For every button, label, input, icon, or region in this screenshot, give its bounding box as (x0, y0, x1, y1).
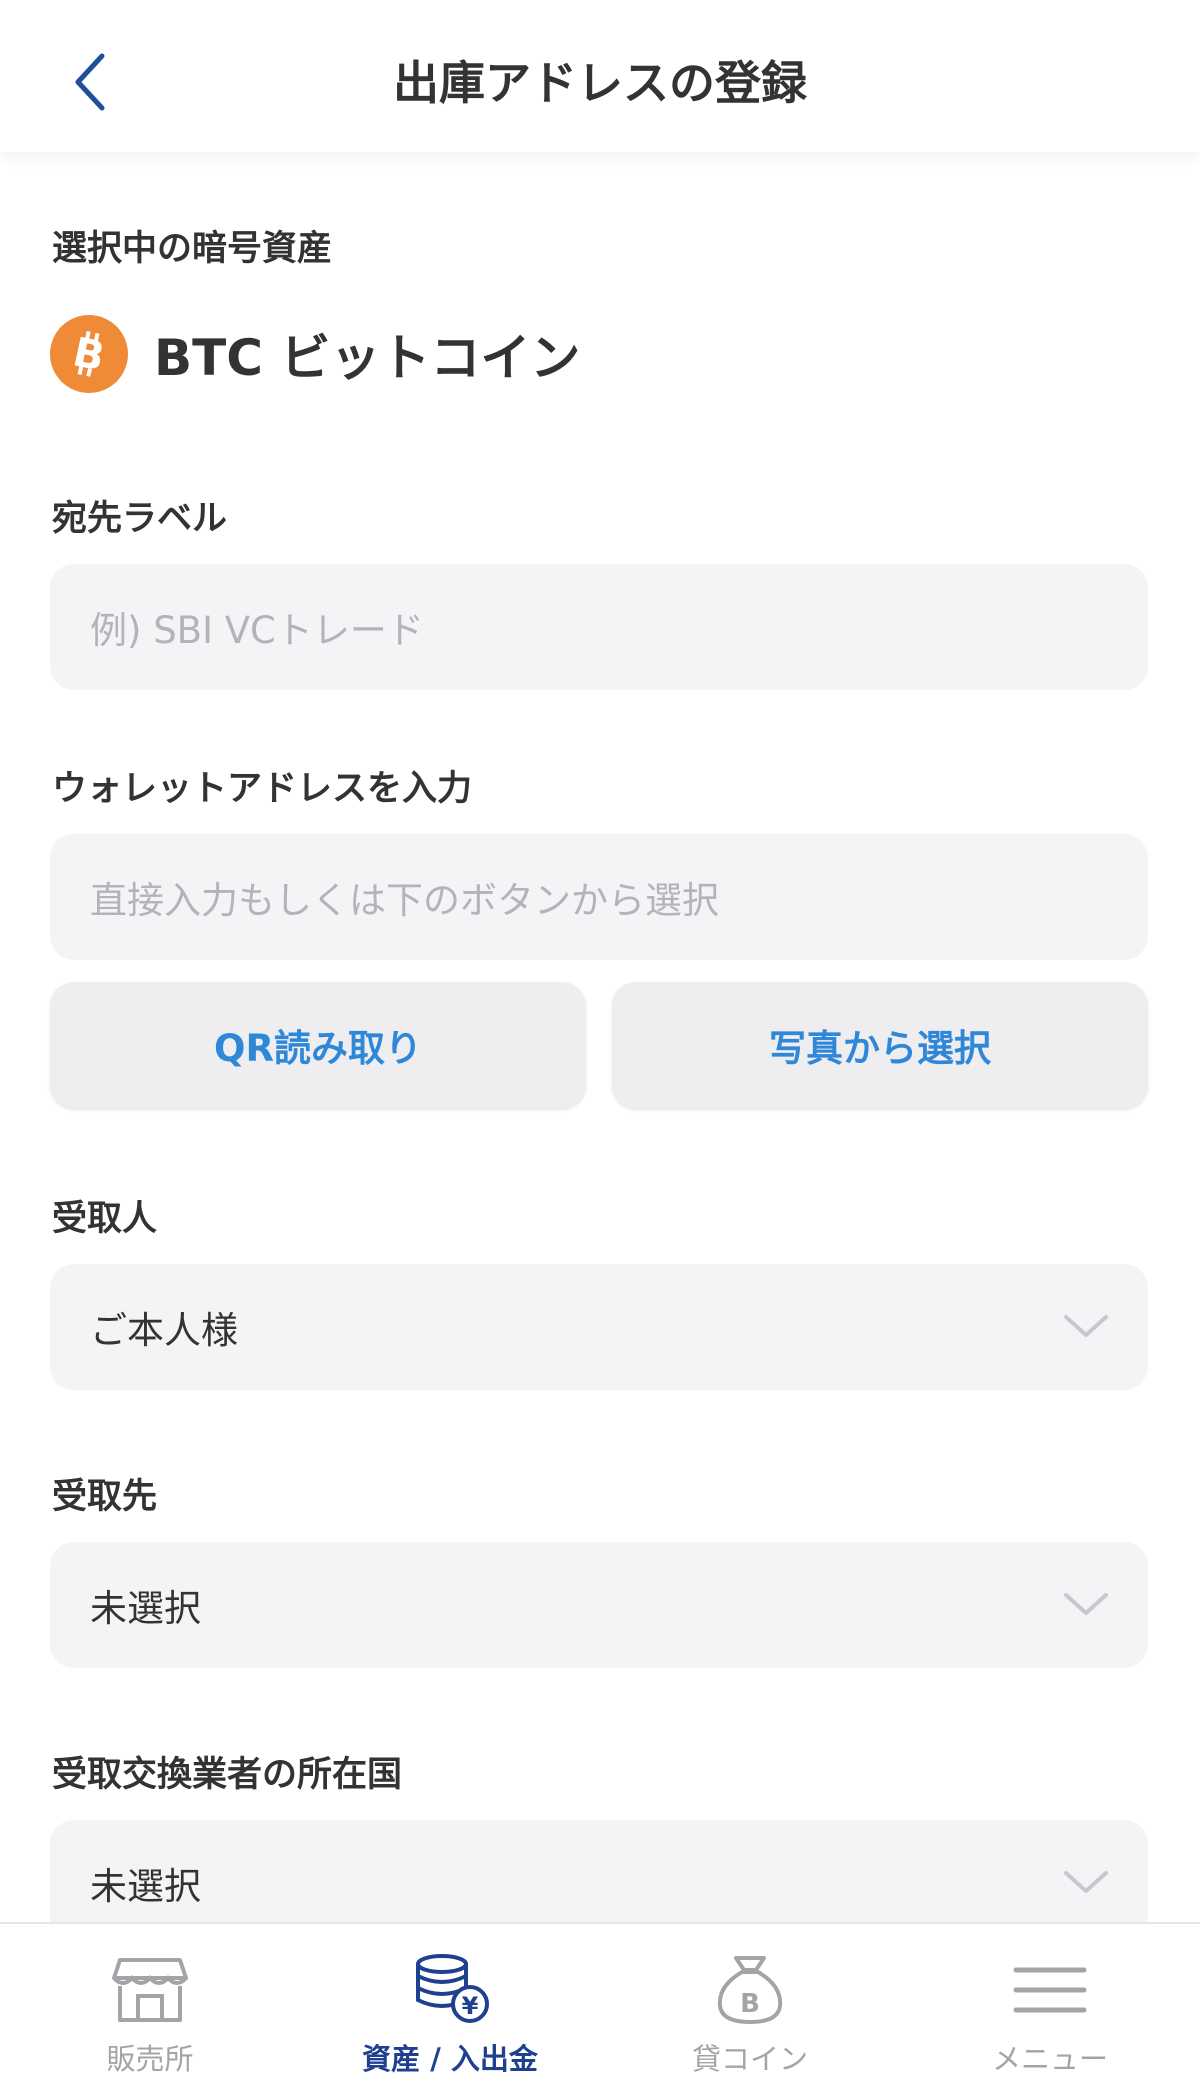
nav-label-lending: 貸コイン (691, 2042, 808, 2076)
recipient-value: ご本人様 (90, 1309, 238, 1352)
wallet-address-input[interactable]: 直接入力もしくは下のボタンから選択 (50, 834, 1148, 960)
back-button[interactable] (60, 42, 120, 122)
chevron-down-icon (1064, 1315, 1108, 1337)
destination-label-placeholder: 例) SBI VCトレード (90, 609, 424, 652)
chevron-down-icon (1064, 1871, 1108, 1893)
store-icon (112, 1958, 188, 2022)
page-title: 出庫アドレスの登録 (393, 56, 807, 110)
chevron-left-icon (75, 53, 105, 111)
destination-title: 受取先 (52, 1477, 158, 1517)
coin-bag-icon: B (717, 1956, 783, 2024)
bottom-nav: 販売所 ¥ 資産 / 入出金 B 貸コイン メニュー (0, 1922, 1200, 2080)
svg-text:B: B (740, 1989, 760, 2019)
nav-item-assets[interactable]: ¥ 資産 / 入出金 (300, 1924, 600, 2080)
menu-icon (1013, 1967, 1087, 2013)
chevron-down-icon (1064, 1593, 1108, 1615)
nav-item-menu[interactable]: メニュー (900, 1924, 1200, 2080)
nav-item-lending[interactable]: B 貸コイン (600, 1924, 900, 2080)
select-photo-button[interactable]: 写真から選択 (612, 982, 1148, 1108)
bitcoin-icon: B (50, 315, 128, 393)
asset-name: BTC ビットコイン (154, 329, 581, 387)
recipient-select[interactable]: ご本人様 (50, 1264, 1148, 1390)
selected-asset-label: 選択中の暗号資産 (52, 229, 333, 269)
nav-item-store[interactable]: 販売所 (0, 1924, 300, 2080)
wallet-address-title: ウォレットアドレスを入力 (52, 769, 473, 809)
destination-label-input[interactable]: 例) SBI VCトレード (50, 564, 1148, 690)
qr-scan-button[interactable]: QR読み取り (50, 982, 586, 1108)
svg-text:¥: ¥ (462, 1992, 479, 2020)
wallet-address-placeholder: 直接入力もしくは下のボタンから選択 (90, 879, 719, 922)
assets-coins-icon: ¥ (416, 1954, 489, 2023)
recipient-title: 受取人 (52, 1199, 158, 1239)
exchange-country-title: 受取交換業者の所在国 (52, 1755, 403, 1795)
nav-label-store: 販売所 (106, 2042, 194, 2076)
nav-label-menu: メニュー (991, 2042, 1108, 2076)
selected-asset: B BTC ビットコイン (50, 314, 580, 394)
destination-label-title: 宛先ラベル (52, 499, 228, 539)
destination-value: 未選択 (90, 1587, 201, 1630)
exchange-country-value: 未選択 (90, 1865, 201, 1908)
exchange-country-select[interactable]: 未選択 (50, 1820, 1148, 1922)
destination-select[interactable]: 未選択 (50, 1542, 1148, 1668)
nav-label-assets: 資産 / 入出金 (362, 2042, 538, 2076)
form-content[interactable]: 選択中の暗号資産 B BTC ビットコイン 宛先ラベル 例) SBI VCトレー… (0, 152, 1200, 1922)
header-bar: 出庫アドレスの登録 (0, 0, 1200, 152)
